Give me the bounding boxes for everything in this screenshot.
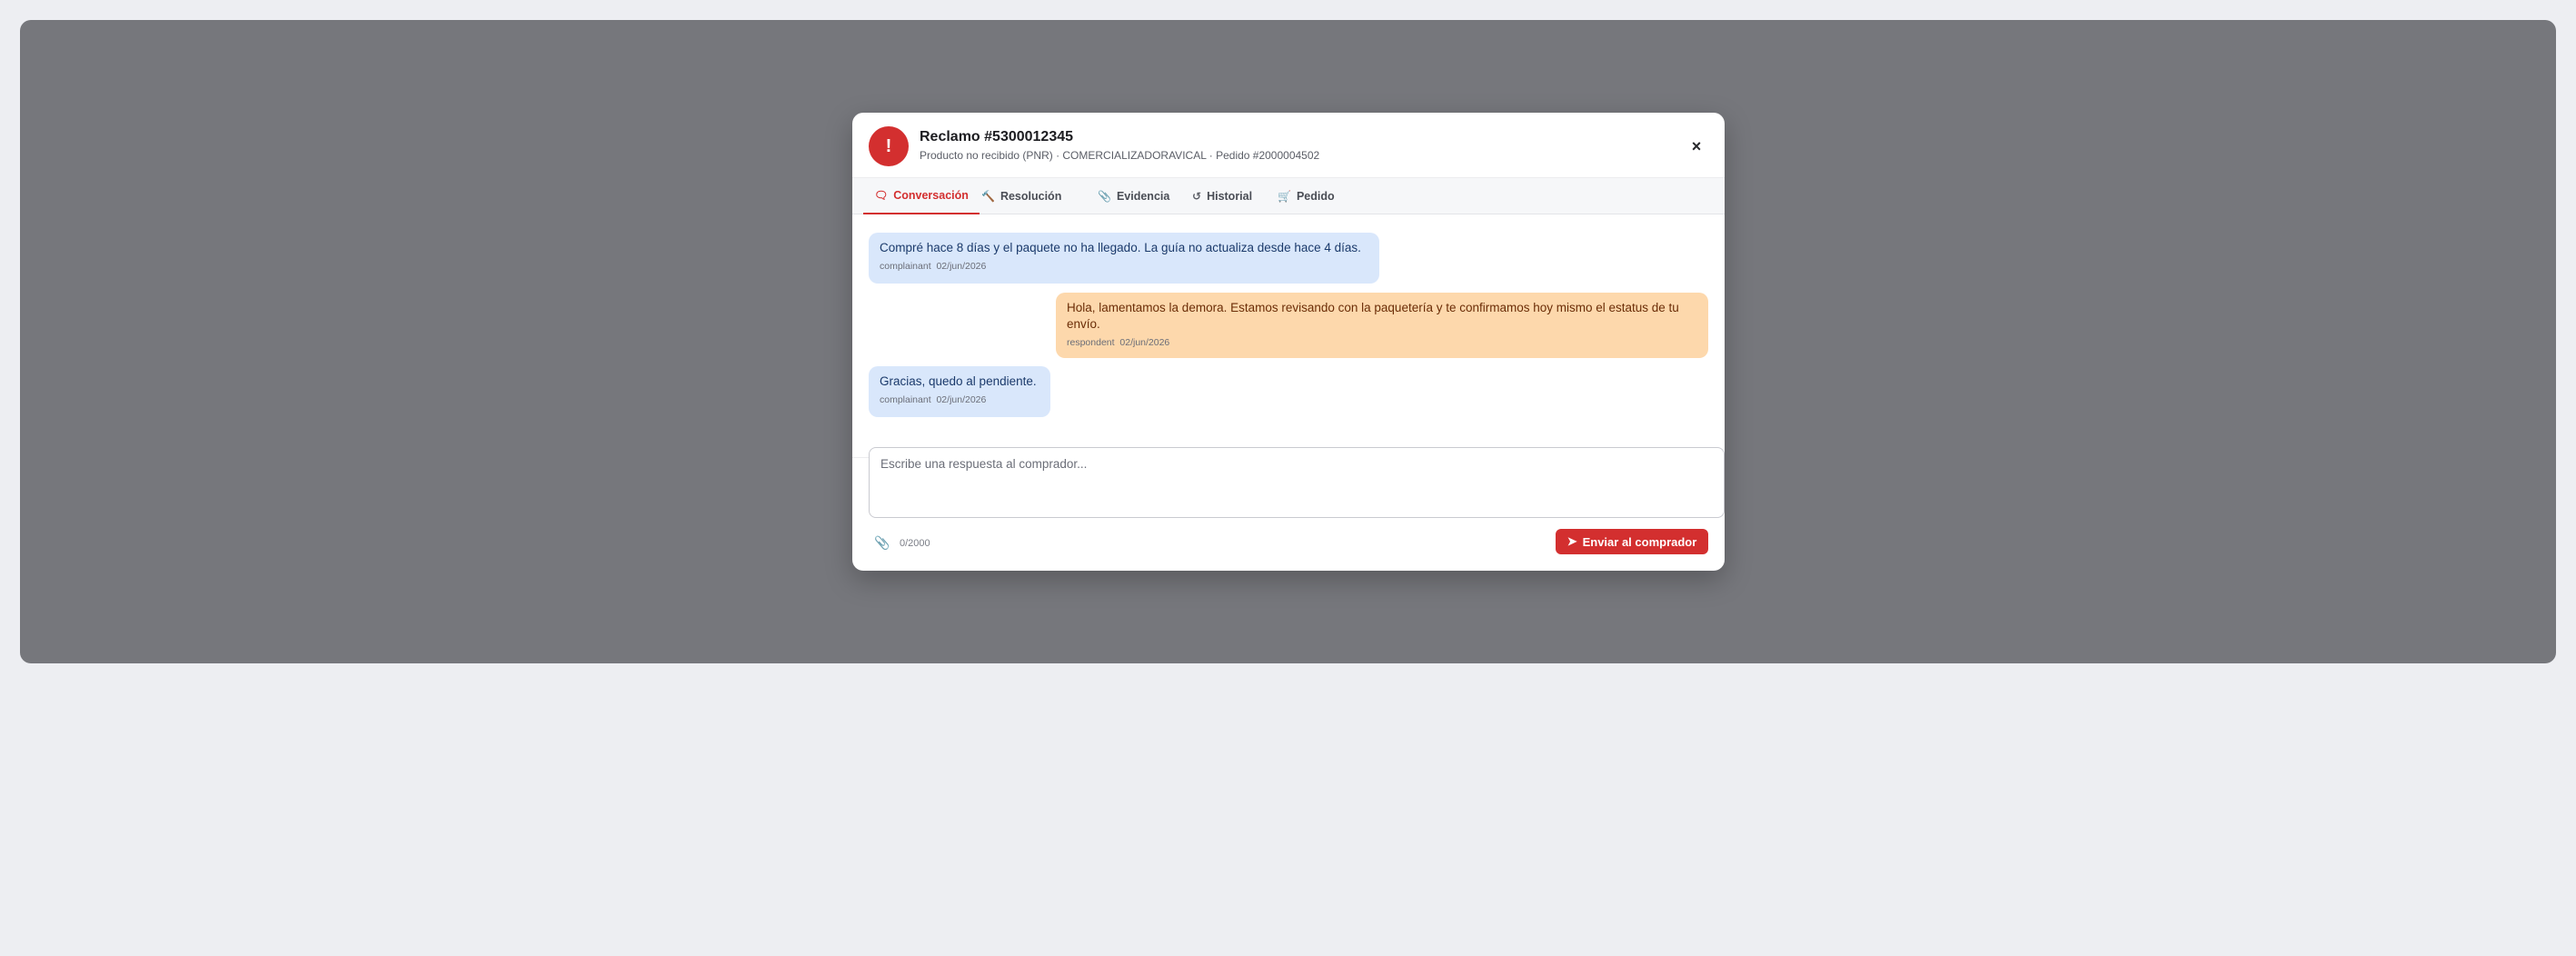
message-text: Compré hace 8 días y el paquete no ha ll… (880, 241, 1361, 254)
claim-subtitle: Producto no recibido (PNR) · COMERCIALIZ… (920, 149, 1320, 162)
conversation-thread: Compré hace 8 días y el paquete no ha ll… (852, 214, 1725, 458)
message-meta: complainant 02/jun/2026 (880, 394, 1039, 405)
alert-icon: ! (869, 126, 909, 166)
tab-label: Historial (1207, 190, 1253, 203)
send-button[interactable]: ➤ Enviar al comprador (1556, 529, 1708, 554)
message-bubble-complainant: Compré hace 8 días y el paquete no ha ll… (869, 233, 1379, 284)
reply-textarea[interactable] (869, 447, 1725, 518)
history-icon: ↺ (1192, 190, 1202, 203)
message-text: Gracias, quedo al pendiente. (880, 374, 1037, 388)
message-meta: respondent 02/jun/2026 (1067, 337, 1697, 348)
tab-resolucion[interactable]: 🔨 Resolución (978, 178, 1065, 214)
tab-label: Pedido (1296, 190, 1335, 203)
modal-header: ! Reclamo #5300012345 Producto no recibi… (852, 113, 1725, 178)
tab-bar: 🗨 Conversación 🔨 Resolución 📎 Evidencia … (852, 178, 1725, 214)
message-date: 02/jun/2026 (1119, 337, 1170, 348)
paperclip-icon[interactable]: 📎 (874, 535, 890, 551)
tab-label: Resolución (1000, 190, 1062, 203)
paperclip-icon: 📎 (1098, 190, 1111, 203)
close-icon[interactable]: × (1685, 134, 1708, 158)
chat-icon: 🗨 (874, 189, 889, 202)
message-date: 02/jun/2026 (936, 261, 987, 272)
char-counter: 0/2000 (900, 538, 930, 549)
message-date: 02/jun/2026 (936, 394, 987, 405)
paper-plane-icon: ➤ (1566, 534, 1577, 548)
tab-pedido[interactable]: 🛒 Pedido (1274, 178, 1338, 214)
claim-modal: ! Reclamo #5300012345 Producto no recibi… (852, 113, 1725, 571)
tab-historial[interactable]: ↺ Historial (1189, 178, 1256, 214)
send-label: Enviar al comprador (1582, 534, 1697, 549)
message-role: respondent (1067, 337, 1115, 348)
gavel-icon: 🔨 (981, 190, 995, 203)
cart-icon: 🛒 (1278, 190, 1291, 203)
message-role: complainant (880, 261, 931, 272)
tab-label: Conversación (893, 189, 969, 202)
message-bubble-complainant: Gracias, quedo al pendiente. complainant… (869, 366, 1050, 417)
message-role: complainant (880, 394, 931, 405)
message-text: Hola, lamentamos la demora. Estamos revi… (1067, 301, 1679, 331)
claim-title: Reclamo #5300012345 (920, 129, 1074, 144)
message-meta: complainant 02/jun/2026 (880, 261, 1368, 272)
message-bubble-respondent: Hola, lamentamos la demora. Estamos revi… (1056, 293, 1708, 358)
tab-evidencia[interactable]: 📎 Evidencia (1094, 178, 1173, 214)
tab-conversacion[interactable]: 🗨 Conversación (863, 178, 980, 214)
tab-label: Evidencia (1116, 190, 1170, 203)
